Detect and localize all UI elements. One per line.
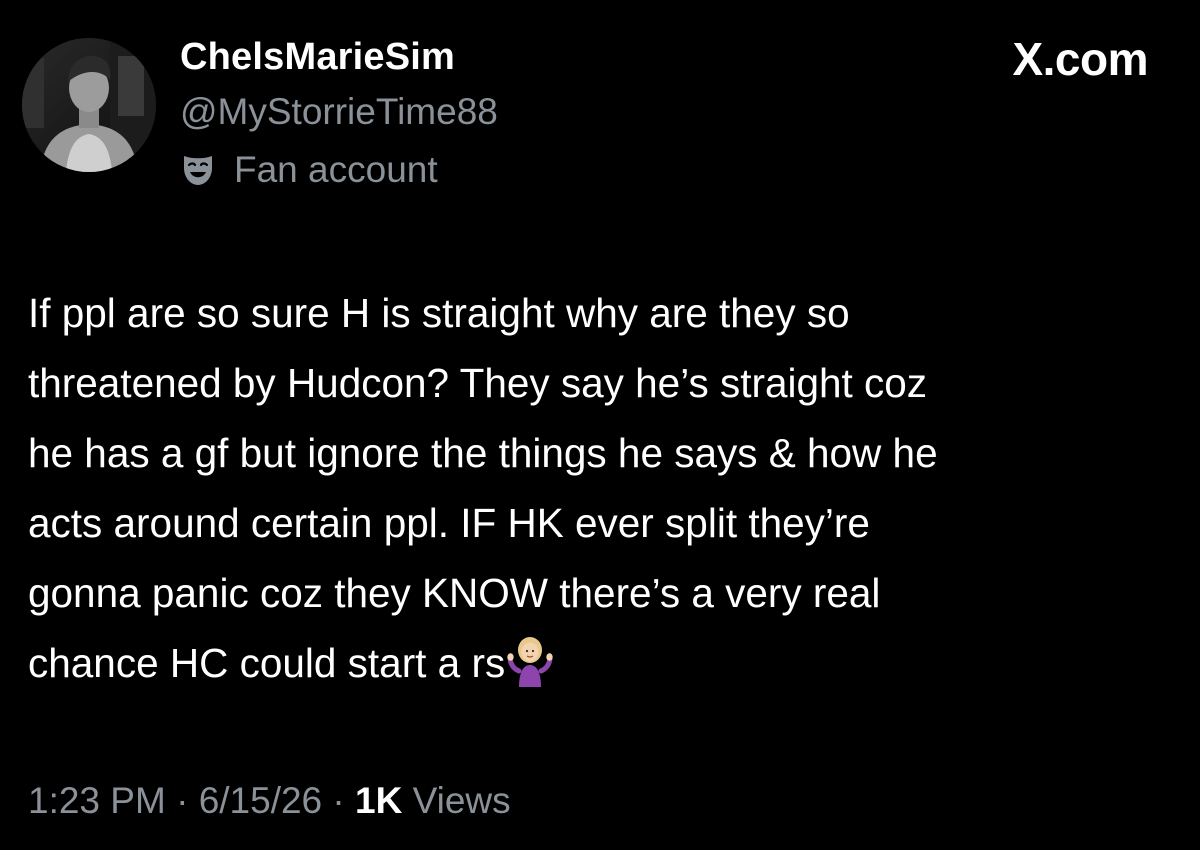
tweet-line-last: chance HC could start a rs	[28, 628, 1178, 698]
user-handle[interactable]: @MyStorrieTime88	[180, 91, 498, 133]
views-count[interactable]: 1K	[355, 780, 402, 821]
tweet-line: gonna panic coz they KNOW there’s a very…	[28, 570, 881, 616]
views-label: Views	[412, 780, 511, 821]
tweet-metadata: 1:23 PM · 6/15/26 · 1K Views	[28, 780, 511, 822]
tweet-time[interactable]: 1:23 PM	[28, 780, 166, 821]
tweet-line: threatened by Hudcon? They say he’s stra…	[28, 360, 928, 406]
display-name[interactable]: ChelsMarieSim	[180, 36, 455, 79]
avatar-photo	[22, 38, 156, 172]
meta-separator: ·	[176, 780, 189, 821]
tweet-line-text: chance HC could start a rs	[28, 640, 506, 686]
avatar[interactable]	[22, 38, 156, 172]
account-label-text: Fan account	[234, 149, 438, 190]
tweet-line: acts around certain ppl. IF HK ever spli…	[28, 500, 870, 546]
tweet-text: If ppl are so sure H is straight why are…	[28, 278, 1178, 698]
tweet-card: ChelsMarieSim @MyStorrieTime88 Fan accou…	[0, 0, 1200, 850]
shrug-emoji-icon	[507, 635, 553, 687]
tweet-line: he has a gf but ignore the things he say…	[28, 430, 938, 476]
tweet-line: If ppl are so sure H is straight why are…	[28, 290, 850, 336]
x-brand-logo: X.com	[1012, 33, 1148, 85]
tweet-date[interactable]: 6/15/26	[199, 780, 322, 821]
account-label: Fan account	[180, 147, 438, 193]
theater-mask-icon	[180, 152, 216, 188]
meta-separator: ·	[332, 780, 345, 821]
